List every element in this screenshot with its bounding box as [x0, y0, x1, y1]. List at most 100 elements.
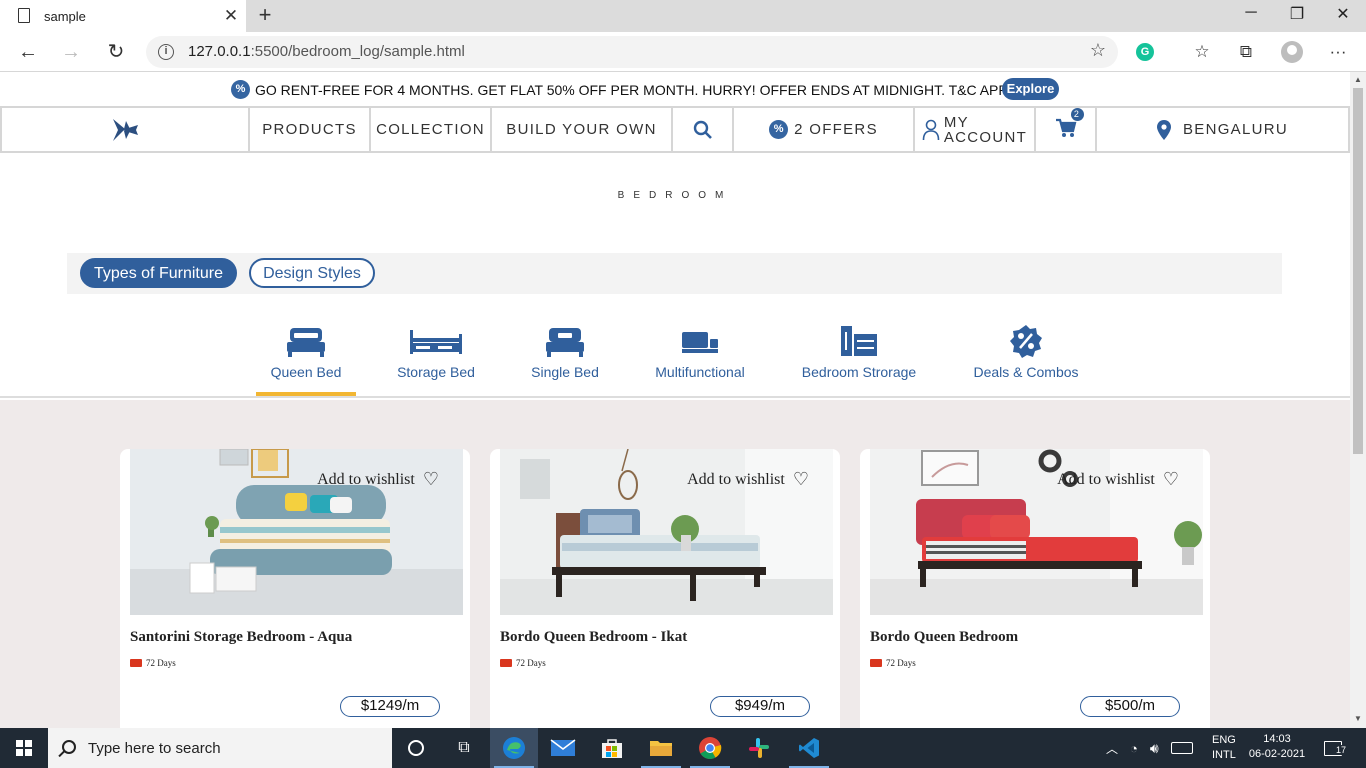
- delivery-info: 72 Days: [500, 658, 546, 668]
- network-icon[interactable]: ◔: [1130, 741, 1138, 756]
- category-bedroom-storage[interactable]: Bedroom Strorage: [794, 316, 924, 396]
- category-label: Deals & Combos: [973, 364, 1079, 380]
- main-navbar: PRODUCTS COLLECTION BUILD YOUR OWN % 2 O…: [0, 106, 1350, 153]
- cart-icon: [1055, 118, 1076, 137]
- category-storage-bed[interactable]: Storage Bed: [386, 316, 486, 396]
- minimize-button[interactable]: ─: [1236, 4, 1266, 22]
- restore-button[interactable]: ❐: [1282, 4, 1312, 24]
- more-menu-icon[interactable]: ···: [1325, 39, 1351, 65]
- add-to-wishlist[interactable]: Add to wishlist ♡: [317, 469, 439, 490]
- filter-bar: Types of Furniture Design Styles: [67, 253, 1282, 294]
- wishlist-label: Add to wishlist: [687, 470, 785, 488]
- product-price[interactable]: $949/m: [710, 696, 810, 717]
- cart-button[interactable]: 2: [1036, 107, 1097, 151]
- browser-tabstrip: sample ✕ + ─ ❐ ✕: [0, 0, 1366, 32]
- bedroom-storage-icon: [841, 326, 877, 356]
- task-view-button[interactable]: ⧉: [440, 728, 488, 768]
- delivery-info: 72 Days: [870, 658, 916, 668]
- add-favorite-icon[interactable]: ☆: [1090, 40, 1106, 61]
- location-selector[interactable]: BENGALURU: [1097, 108, 1348, 151]
- nav-offers[interactable]: % 2 OFFERS: [734, 108, 915, 151]
- discount-badge-icon: %: [231, 80, 250, 99]
- category-multifunctional[interactable]: Multifunctional: [645, 316, 755, 396]
- input-language[interactable]: ENG INTL: [1212, 728, 1236, 768]
- product-card[interactable]: Add to wishlist ♡ Santorini Storage Bedr…: [120, 449, 470, 728]
- explore-button[interactable]: Explore: [1002, 78, 1059, 100]
- taskbar-edge[interactable]: [490, 728, 538, 768]
- tab-title: sample: [44, 9, 86, 24]
- slack-icon: [749, 738, 769, 758]
- task-view-icon: ⧉: [458, 739, 470, 756]
- scroll-up-icon[interactable]: ▲: [1353, 75, 1363, 84]
- new-tab-button[interactable]: +: [255, 2, 275, 28]
- start-button[interactable]: [0, 728, 48, 768]
- search-button[interactable]: [673, 108, 734, 151]
- close-tab-icon[interactable]: ✕: [223, 6, 239, 26]
- clock-time: 14:03: [1263, 733, 1291, 745]
- product-name[interactable]: Santorini Storage Bedroom - Aqua: [130, 629, 352, 646]
- grammarly-extension-icon[interactable]: G: [1132, 39, 1158, 65]
- user-icon: [922, 119, 940, 140]
- keyboard-icon[interactable]: [1170, 742, 1193, 754]
- product-name[interactable]: Bordo Queen Bedroom - Ikat: [500, 629, 687, 646]
- chrome-icon: [699, 737, 722, 759]
- taskbar-store[interactable]: [588, 728, 636, 768]
- product-image[interactable]: Add to wishlist ♡: [870, 449, 1203, 615]
- back-button[interactable]: ←: [14, 38, 42, 66]
- page-icon: [18, 8, 30, 23]
- language-code: ENG: [1212, 734, 1236, 746]
- product-card[interactable]: Add to wishlist ♡ Bordo Queen Bedroom - …: [490, 449, 840, 728]
- volume-icon[interactable]: 🔊︎: [1150, 740, 1159, 757]
- cortana-button[interactable]: [392, 728, 440, 768]
- url-host: 127.0.0.1: [188, 43, 251, 60]
- product-price[interactable]: $500/m: [1080, 696, 1180, 717]
- logo[interactable]: [2, 108, 250, 151]
- product-image[interactable]: Add to wishlist ♡: [130, 449, 463, 615]
- multifunctional-icon: [682, 332, 718, 353]
- category-deals-combos[interactable]: Deals & Combos: [966, 316, 1086, 396]
- scroll-down-icon[interactable]: ▼: [1353, 714, 1363, 723]
- nav-collection[interactable]: COLLECTION: [371, 108, 492, 151]
- scroll-thumb[interactable]: [1353, 88, 1363, 454]
- profile-icon[interactable]: [1279, 39, 1305, 65]
- cart-count-badge: 2: [1070, 107, 1084, 121]
- forward-button[interactable]: →: [57, 38, 85, 66]
- truck-icon: [870, 659, 882, 667]
- address-bar[interactable]: i 127.0.0.1:5500/bedroom_log/sample.html…: [146, 36, 1118, 68]
- wishlist-label: Add to wishlist: [1057, 470, 1155, 488]
- clock-date: 06-02-2021: [1248, 748, 1306, 760]
- taskbar-search[interactable]: Type here to search: [48, 728, 392, 768]
- product-name[interactable]: Bordo Queen Bedroom: [870, 629, 1018, 646]
- chevron-up-icon[interactable]: ︿: [1106, 740, 1118, 757]
- nav-my-account[interactable]: MY ACCOUNT: [915, 108, 1036, 151]
- promo-text: GO RENT-FREE FOR 4 MONTHS. GET FLAT 50% …: [255, 82, 1024, 98]
- taskbar-clock[interactable]: 14:03 06-02-2021: [1238, 732, 1316, 762]
- taskbar-vscode[interactable]: [785, 728, 833, 768]
- wishlist-label: Add to wishlist: [317, 470, 415, 488]
- info-icon[interactable]: i: [158, 44, 174, 60]
- product-image[interactable]: Add to wishlist ♡: [500, 449, 833, 615]
- add-to-wishlist[interactable]: Add to wishlist ♡: [687, 469, 809, 490]
- category-single-bed[interactable]: Single Bed: [515, 316, 615, 396]
- taskbar-file-explorer[interactable]: [637, 728, 685, 768]
- favorites-icon[interactable]: ☆: [1189, 39, 1215, 65]
- add-to-wishlist[interactable]: Add to wishlist ♡: [1057, 469, 1179, 490]
- tab-types-of-furniture[interactable]: Types of Furniture: [80, 258, 237, 288]
- refresh-button[interactable]: ↻: [102, 38, 130, 66]
- taskbar-mail[interactable]: [539, 728, 587, 768]
- notification-center[interactable]: 17: [1324, 728, 1348, 768]
- url-path: :5500/bedroom_log/sample.html: [250, 43, 465, 60]
- close-window-button[interactable]: ✕: [1328, 4, 1358, 24]
- category-queen-bed[interactable]: Queen Bed: [256, 316, 356, 396]
- collections-icon[interactable]: ⧉: [1233, 39, 1259, 65]
- taskbar-chrome[interactable]: [686, 728, 734, 768]
- product-card[interactable]: Add to wishlist ♡ Bordo Queen Bedroom 72…: [860, 449, 1210, 728]
- browser-tab[interactable]: sample ✕: [0, 0, 246, 32]
- taskbar-slack[interactable]: [735, 728, 783, 768]
- product-price[interactable]: $1249/m: [340, 696, 440, 717]
- tab-design-styles[interactable]: Design Styles: [249, 258, 375, 288]
- nav-build-your-own[interactable]: BUILD YOUR OWN: [492, 108, 673, 151]
- deals-icon: [1010, 325, 1042, 358]
- nav-products[interactable]: PRODUCTS: [250, 108, 371, 151]
- page-scrollbar[interactable]: ▲ ▼: [1350, 72, 1366, 728]
